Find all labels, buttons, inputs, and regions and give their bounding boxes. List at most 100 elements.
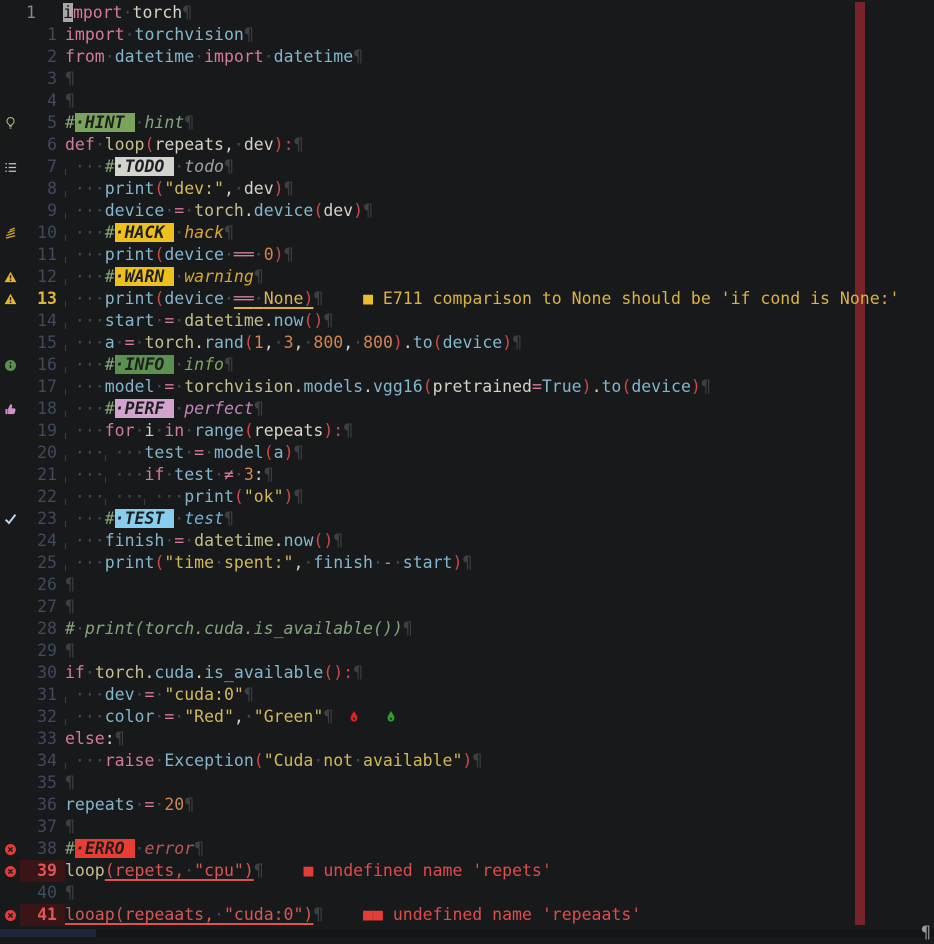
code-text: ···start·=·datetime.now()¶	[65, 310, 934, 332]
code-line-12[interactable]: 12···#·WARN ·warning¶	[0, 266, 934, 288]
code-line-3[interactable]: 3¶	[0, 68, 934, 90]
code-line-7[interactable]: 7···#·TODO ·todo¶	[0, 156, 934, 178]
code-token: (	[154, 245, 164, 264]
code-line-9[interactable]: 9···device·=·torch.device(dev)¶	[0, 200, 934, 222]
code-editor[interactable]: 1import·torch¶1import·torchvision¶2from·…	[0, 2, 934, 926]
code-text: ···model·=·torchvision.models.vgg16(pret…	[65, 376, 934, 398]
code-line-15[interactable]: 15···a·=·torch.rand(1,·3,·800,·800).to(d…	[0, 332, 934, 354]
pilcrow-eol: ¶	[512, 333, 522, 352]
code-token: ·	[184, 443, 194, 462]
todo-tag: ·INFO	[115, 355, 175, 374]
code-token: ···	[75, 179, 105, 198]
code-token: )	[452, 553, 462, 572]
code-text: #·HINT ·hint¶	[65, 112, 934, 134]
code-token: dev	[244, 135, 274, 154]
code-line-1[interactable]: 1import·torchvision¶	[0, 24, 934, 46]
code-token: (	[154, 289, 164, 308]
code-text: ¶	[65, 68, 934, 90]
code-token: ···	[75, 531, 105, 550]
code-token: (	[244, 421, 254, 440]
code-token: (	[423, 377, 433, 396]
code-line-30[interactable]: 30if·torch.cuda.is_available():¶	[0, 662, 934, 684]
code-line-14[interactable]: 14···start·=·datetime.now()¶	[0, 310, 934, 332]
code-line-32[interactable]: 32···color·=·"Red",·"Green"¶	[0, 706, 934, 728]
code-token: ()	[313, 531, 333, 550]
pilcrow-eol: ¶	[182, 3, 192, 22]
code-line-36[interactable]: 36repeats·=·20¶	[0, 794, 934, 816]
sign-column	[0, 46, 20, 68]
pilcrow-eol: ¶	[254, 267, 264, 286]
code-token: test	[174, 465, 214, 484]
pilcrow-eol: ¶	[254, 399, 264, 418]
code-line-29[interactable]: 29¶	[0, 640, 934, 662]
code-token: ·	[125, 25, 135, 44]
error-icon	[0, 860, 20, 882]
code-token: repeats,	[154, 135, 233, 154]
code-line-11[interactable]: 11···print(device·══·0)¶	[0, 244, 934, 266]
code-line-34[interactable]: 34···raise·Exception("Cuda·not·available…	[0, 750, 934, 772]
code-line-37[interactable]: 37¶	[0, 816, 934, 838]
code-line-22[interactable]: 22·········print("ok")¶	[0, 486, 934, 508]
code-line-13[interactable]: 13···print(device·══·None)¶■ E711 compar…	[0, 288, 934, 310]
code-line-24[interactable]: 24···finish·=·datetime.now()¶	[0, 530, 934, 552]
code-text: ¶	[65, 772, 934, 794]
pilcrow-eol: ¶	[65, 641, 75, 660]
code-line-23[interactable]: 23···#·TEST ·test¶	[0, 508, 934, 530]
warning-icon	[0, 266, 20, 288]
code-line-16[interactable]: 16···#·INFO ·info¶	[0, 354, 934, 376]
code-line-4[interactable]: 4¶	[0, 90, 934, 112]
code-line-8[interactable]: 8···print("dev:",·dev)¶	[0, 178, 934, 200]
code-token: (	[145, 135, 155, 154]
code-token: .	[403, 333, 413, 352]
code-token: ·	[224, 245, 234, 264]
code-line-31[interactable]: 31···dev·=·"cuda:0"¶	[0, 684, 934, 706]
code-text: ···print(device·══·0)¶	[65, 244, 934, 266]
line-number: 9	[20, 200, 65, 222]
code-text: import·torchvision¶	[65, 24, 934, 46]
sign-column	[0, 662, 20, 684]
code-line-1[interactable]: 1import·torch¶	[0, 2, 934, 24]
code-line-33[interactable]: 33else:¶	[0, 728, 934, 750]
code-line-25[interactable]: 25···print("time·spent:",·finish·-·start…	[0, 552, 934, 574]
code-token: model	[214, 443, 264, 462]
code-line-27[interactable]: 27¶	[0, 596, 934, 618]
pilcrow-eol: ¶	[353, 47, 363, 66]
code-line-39[interactable]: 39loop(repets,·"cpu")¶■ undefined name '…	[0, 860, 934, 882]
code-token: (repets,	[105, 861, 184, 880]
code-line-40[interactable]: 40¶	[0, 882, 934, 904]
code-token: ·	[254, 245, 264, 264]
code-line-10[interactable]: 10···#·HACK ·hack¶	[0, 222, 934, 244]
line-number: 27	[20, 596, 65, 618]
code-token: print	[105, 289, 155, 308]
code-line-26[interactable]: 26¶	[0, 574, 934, 596]
code-token: cuda	[154, 663, 194, 682]
code-line-2[interactable]: 2from·datetime·import·datetime¶	[0, 46, 934, 68]
code-line-5[interactable]: 5#·HINT ·hint¶	[0, 112, 934, 134]
code-text: #·print(torch.cuda.is_available())¶	[65, 618, 934, 640]
code-token: datetime	[194, 531, 273, 550]
code-token: ·	[254, 289, 264, 308]
code-line-19[interactable]: 19···for·i·in·range(repeats):¶	[0, 420, 934, 442]
code-token: ·	[135, 113, 145, 132]
code-line-6[interactable]: 6def·loop(repeats,·dev):¶	[0, 134, 934, 156]
code-line-20[interactable]: 20······test·=·model(a)¶	[0, 442, 934, 464]
pilcrow-eol: ¶	[65, 773, 75, 792]
code-line-28[interactable]: 28#·print(torch.cuda.is_available())¶	[0, 618, 934, 640]
code-token: ···	[115, 487, 145, 506]
code-token: 800	[363, 333, 393, 352]
code-token: .	[294, 377, 304, 396]
code-line-17[interactable]: 17···model·=·torchvision.models.vgg16(pr…	[0, 376, 934, 398]
code-line-21[interactable]: 21······if·test·≠·3:¶	[0, 464, 934, 486]
line-number: 29	[20, 640, 65, 662]
todo-tag: ·HINT	[75, 113, 135, 132]
sign-column	[0, 530, 20, 552]
code-line-41[interactable]: 41looap(repeaats,·"cuda:0")¶■■ undefined…	[0, 904, 934, 926]
code-token: print	[105, 553, 155, 572]
code-token: "ok"	[244, 487, 284, 506]
code-line-35[interactable]: 35¶	[0, 772, 934, 794]
line-number: 3	[20, 68, 65, 90]
code-token: )	[462, 751, 472, 770]
code-line-38[interactable]: 38#·ERRO ·error¶	[0, 838, 934, 860]
code-line-18[interactable]: 18···#·PERF ·perfect¶	[0, 398, 934, 420]
code-token: ·	[154, 751, 164, 770]
